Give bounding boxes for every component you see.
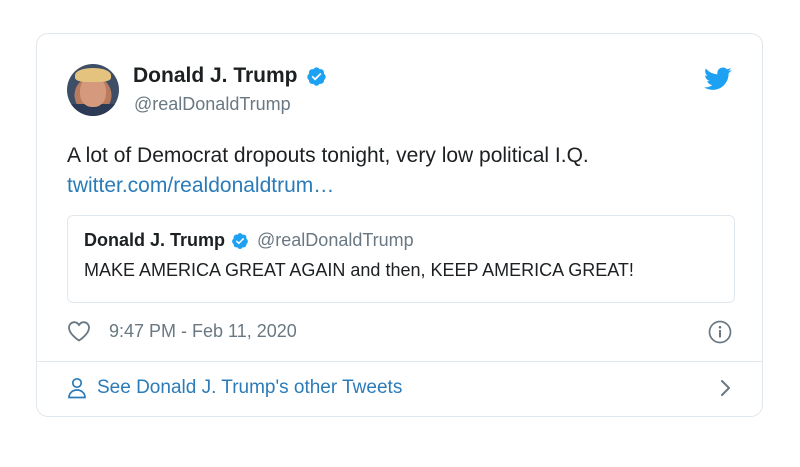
author-avatar[interactable] bbox=[67, 64, 119, 116]
quoted-tweet-header: Donald J. Trump @realDonaldTrump bbox=[84, 230, 718, 251]
quoted-tweet-text: MAKE AMERICA GREAT AGAIN and then, KEEP … bbox=[84, 260, 634, 280]
quoted-tweet[interactable]: Donald J. Trump @realDonaldTrump MAKE AM… bbox=[67, 215, 735, 303]
info-icon[interactable] bbox=[708, 320, 732, 344]
tweet-meta: 9:47 PM - Feb 11, 2020 bbox=[67, 320, 297, 342]
see-other-tweets-label[interactable]: See Donald J. Trump's other Tweets bbox=[97, 377, 402, 399]
author-display-name[interactable]: Donald J. Trump bbox=[133, 64, 327, 88]
verified-badge-icon bbox=[306, 66, 326, 86]
tweet-embed-card[interactable]: Donald J. Trump @realDonaldTrump A lot o… bbox=[36, 33, 763, 417]
see-other-tweets-link[interactable]: See Donald J. Trump's other Tweets bbox=[67, 377, 733, 399]
footer-divider bbox=[37, 361, 762, 362]
heart-icon[interactable] bbox=[67, 320, 91, 342]
tweet-text: A lot of Democrat dropouts tonight, very… bbox=[67, 144, 589, 167]
chevron-right-icon[interactable] bbox=[719, 378, 733, 398]
tweet-body: A lot of Democrat dropouts tonight, very… bbox=[67, 141, 589, 201]
person-icon bbox=[68, 377, 86, 399]
quoted-author-name[interactable]: Donald J. Trump bbox=[84, 230, 225, 251]
author-name-text[interactable]: Donald J. Trump bbox=[133, 64, 298, 88]
twitter-bird-icon[interactable] bbox=[704, 67, 732, 91]
author-handle[interactable]: @realDonaldTrump bbox=[134, 94, 291, 115]
verified-badge-icon bbox=[232, 232, 248, 249]
tweet-link[interactable]: twitter.com/realdonaldtrum… bbox=[67, 171, 589, 201]
tweet-timestamp[interactable]: 9:47 PM - Feb 11, 2020 bbox=[109, 321, 297, 342]
quoted-author-handle[interactable]: @realDonaldTrump bbox=[257, 230, 414, 251]
